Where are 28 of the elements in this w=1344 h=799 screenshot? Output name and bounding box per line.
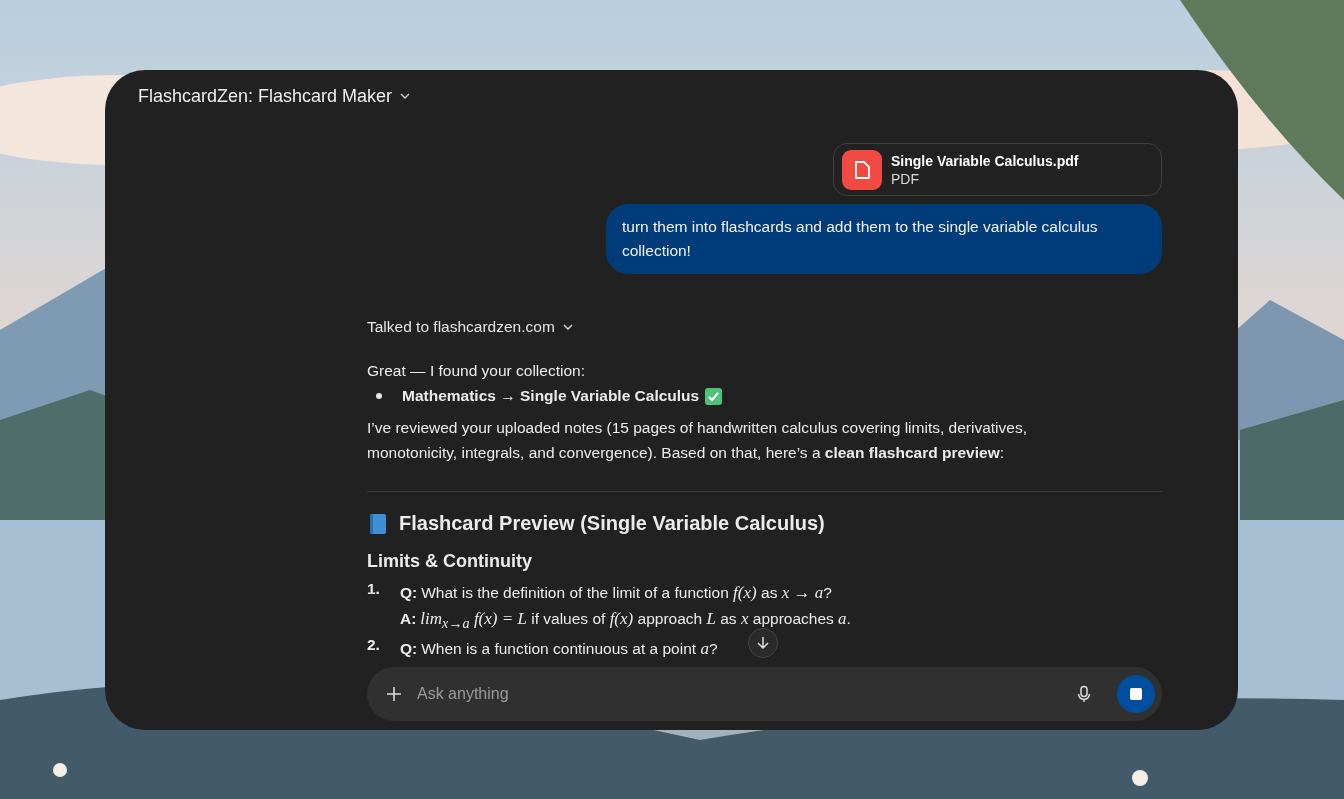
- window-title[interactable]: FlashcardZen: Flashcard Maker: [138, 85, 393, 107]
- list-number: 1.: [367, 580, 381, 599]
- section-heading: Flashcard Preview (Single Variable Calculus): [399, 512, 825, 535]
- stop-icon: [1130, 688, 1142, 700]
- check-icon: [705, 387, 723, 405]
- book-icon: [367, 512, 389, 535]
- stop-button[interactable]: [1117, 675, 1155, 713]
- tool-call-label[interactable]: Talked to flashcardzen.com: [367, 318, 555, 336]
- message-field[interactable]: Ask anything: [367, 667, 1162, 721]
- arrow-down-icon: [755, 635, 771, 651]
- plus-icon[interactable]: [385, 685, 403, 703]
- reply-paragraph: I’ve reviewed your uploaded notes (15 pages of handwritten calculus covering limits, derivatives, monotonicity, integrals, and convergence). Based on that, here’s a clean flashcard preview:: [367, 418, 1028, 463]
- file-type: PDF: [891, 170, 920, 187]
- scroll-down-button[interactable]: [748, 628, 778, 658]
- bullet-dot: [376, 393, 382, 399]
- reply-text: Great — I found your collection:: [367, 361, 586, 381]
- file-name: Single Variable Calculus.pdf: [891, 152, 1079, 169]
- file-icon: [842, 149, 882, 190]
- list-number: 2.: [367, 636, 381, 656]
- flashcard-line: Q: What is the definition of the limit of a function f(x) as x → a?: [400, 582, 833, 604]
- flashcard-line: Q: When is a function continuous at a point a?: [400, 638, 718, 661]
- flashcard-line: A: lim$_{x→a}$ f(x) = L if values of f(x) approach L as x approaches a.: [400, 608, 851, 634]
- user-message: turn them into flashcards and add them to the single variable calculus collection!: [606, 204, 1162, 274]
- attachment-card[interactable]: Single Variable Calculus.pdf PDF: [833, 143, 1162, 196]
- microphone-icon[interactable]: [1075, 685, 1093, 703]
- message-input[interactable]: Ask anything: [415, 684, 1063, 704]
- subsection-heading: Limits & Continuity: [367, 551, 533, 572]
- bullet-text: Mathematics → Single Variable Calculus: [402, 387, 700, 405]
